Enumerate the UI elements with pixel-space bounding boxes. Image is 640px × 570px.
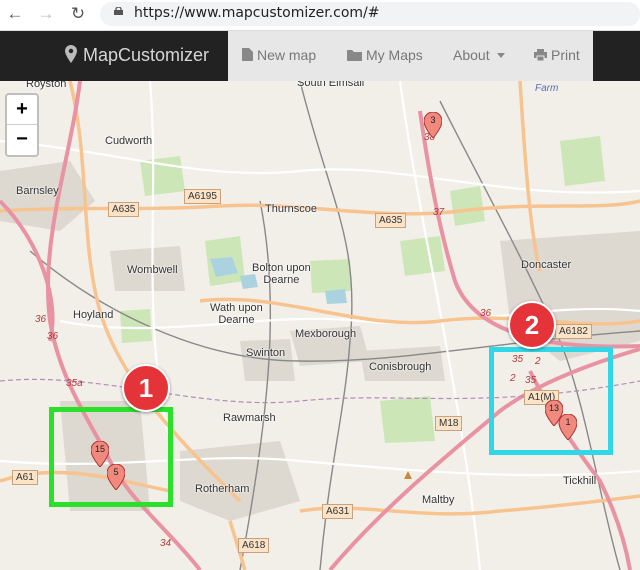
road-shield: A61: [12, 470, 38, 485]
app-navbar: MapCustomizer New map My Maps About Prin…: [0, 31, 640, 81]
nav-menu: New map My Maps About Print: [228, 31, 593, 81]
place-label: Bolton upon Dearne: [252, 262, 311, 286]
place-label: Mexborough: [295, 328, 357, 340]
brand-label: MapCustomizer: [83, 45, 210, 65]
lock-icon: [114, 7, 123, 15]
map-marker[interactable]: 3: [423, 111, 443, 139]
annotation-badge: 1: [122, 364, 170, 412]
marker-number: 3: [430, 115, 436, 125]
place-label: Rawmarsh: [223, 412, 276, 424]
forward-button[interactable]: →: [35, 3, 57, 25]
junction-label: 36: [35, 314, 47, 325]
road-shield: A6182: [555, 324, 592, 339]
place-label: Wath upon Dearne: [210, 302, 263, 326]
place-label: Tickhill: [563, 475, 597, 487]
place-label: Hoyland: [73, 309, 114, 321]
road-shield: M18: [435, 416, 463, 431]
nav-print[interactable]: Print: [534, 47, 580, 63]
place-label: Royston: [26, 81, 67, 90]
place-label: Farm: [535, 83, 559, 94]
print-icon: [534, 49, 547, 61]
place-label: Doncaster: [521, 259, 572, 271]
nav-my-maps[interactable]: My Maps: [347, 47, 423, 63]
folder-icon: [347, 50, 362, 61]
annotation-badge: 2: [508, 301, 556, 349]
zoom-control: + −: [5, 93, 39, 157]
junction-label: 36: [47, 331, 59, 342]
road-shield: A635: [375, 213, 407, 228]
caret-down-icon: [497, 53, 506, 58]
place-label: Conisbrough: [369, 361, 432, 373]
junction-label: 36: [480, 308, 492, 319]
junction-label: 35a: [66, 378, 83, 389]
nav-new-map[interactable]: New map: [242, 47, 316, 63]
url-text: https://www.mapcustomizer.com/#: [134, 5, 380, 21]
road-shield: A618: [238, 538, 270, 553]
place-label: Thurnscoe: [265, 203, 317, 215]
road-shield: A635: [108, 202, 140, 217]
nav-about-dropdown[interactable]: About: [453, 47, 509, 63]
place-label: Swinton: [246, 347, 286, 359]
highlight-box-green: [49, 407, 173, 507]
map-pin-icon: [65, 45, 77, 63]
map-canvas[interactable]: Royston South Elmsall Farm Cudworth Barn…: [0, 81, 640, 570]
nav-about-label: About: [453, 47, 490, 63]
zoom-in-button[interactable]: +: [7, 95, 37, 125]
nav-my-maps-label: My Maps: [366, 47, 423, 63]
place-label: South Elmsall: [297, 81, 365, 89]
place-label: Barnsley: [16, 185, 59, 197]
junction-label: 37: [433, 207, 445, 218]
road-shield: A6195: [184, 189, 221, 204]
nav-new-map-label: New map: [257, 47, 317, 63]
browser-toolbar: ← → ↻ https://www.mapcustomizer.com/#: [0, 0, 640, 31]
address-bar[interactable]: https://www.mapcustomizer.com/#: [100, 2, 640, 26]
place-label: Cudworth: [105, 135, 153, 147]
back-button[interactable]: ←: [4, 3, 26, 25]
reload-button[interactable]: ↻: [67, 3, 89, 25]
nav-print-label: Print: [551, 47, 580, 63]
brand-link[interactable]: MapCustomizer: [65, 45, 209, 66]
zoom-out-button[interactable]: −: [7, 125, 37, 154]
place-label: Wombwell: [127, 264, 178, 276]
junction-label: 34: [160, 538, 172, 549]
place-label: Maltby: [422, 494, 455, 506]
highlight-box-cyan: [489, 347, 613, 455]
place-label: Rotherham: [195, 483, 250, 495]
road-shield: A631: [322, 504, 354, 519]
file-icon: [242, 48, 253, 61]
